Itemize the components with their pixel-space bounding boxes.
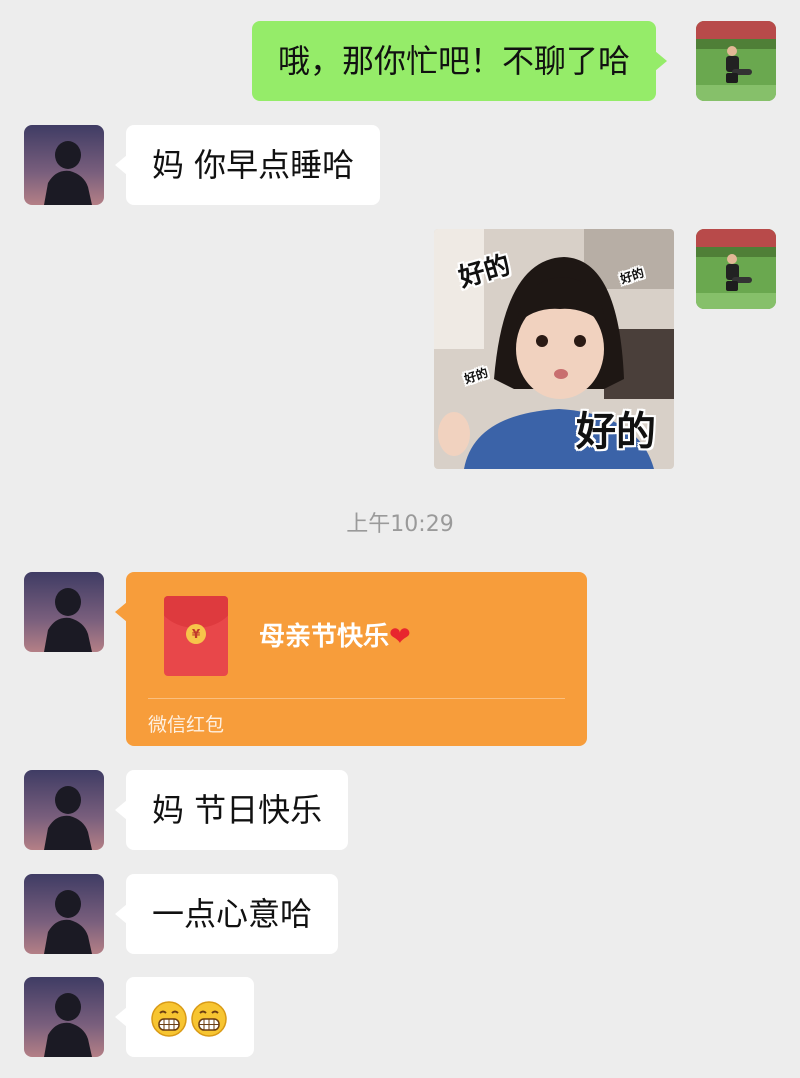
message-timestamp: 上午10:29 [346, 512, 454, 537]
outgoing-message-bubble[interactable]: 哦，那你忙吧！不聊了哈 [252, 21, 668, 101]
red-heart-icon: ❤ [389, 622, 411, 652]
silhouette-avatar-icon [24, 770, 104, 850]
grinning-face-icon [151, 1001, 187, 1037]
avatar-photo-icon [696, 21, 776, 101]
sticker-image[interactable]: 好的 好的 好的 好的 [434, 229, 674, 469]
contact-avatar[interactable] [24, 874, 104, 954]
message-text: 妈 节日快乐 [152, 791, 323, 829]
red-packet-label: 微信红包 [148, 714, 225, 736]
chat-window: 哦，那你忙吧！不聊了哈 妈 你早点睡哈 好的 好的 好的 好的 上午10:29 … [0, 0, 800, 1078]
contact-avatar[interactable] [24, 572, 104, 652]
sticker-caption: 好的 [576, 409, 656, 455]
message-text: 哦，那你忙吧！不聊了哈 [278, 42, 631, 80]
avatar-photo-icon [696, 229, 776, 309]
incoming-message-bubble[interactable]: 一点心意哈 [114, 874, 339, 954]
red-packet-title-text: 母亲节快乐 [259, 622, 390, 652]
contact-avatar[interactable] [24, 125, 104, 205]
incoming-message-bubble[interactable] [115, 977, 254, 1057]
red-packet-title: 母亲节快乐❤ [259, 616, 411, 653]
red-packet-message[interactable]: ¥ 母亲节快乐❤ 微信红包 [115, 572, 587, 746]
my-avatar[interactable] [696, 229, 776, 309]
divider [148, 698, 565, 699]
my-avatar[interactable] [696, 21, 776, 101]
yuan-coin-icon: ¥ [186, 624, 206, 644]
silhouette-avatar-icon [24, 125, 104, 205]
incoming-message-bubble[interactable]: 妈 节日快乐 [114, 770, 349, 850]
grinning-face-icon [191, 1001, 227, 1037]
contact-avatar[interactable] [24, 977, 104, 1057]
message-text: 一点心意哈 [152, 895, 313, 933]
silhouette-avatar-icon [24, 572, 104, 652]
contact-avatar[interactable] [24, 770, 104, 850]
incoming-message-bubble[interactable]: 妈 你早点睡哈 [114, 125, 381, 205]
silhouette-avatar-icon [24, 874, 104, 954]
red-envelope-icon: ¥ [164, 596, 228, 676]
silhouette-avatar-icon [24, 977, 104, 1057]
message-text: 妈 你早点睡哈 [152, 146, 355, 184]
